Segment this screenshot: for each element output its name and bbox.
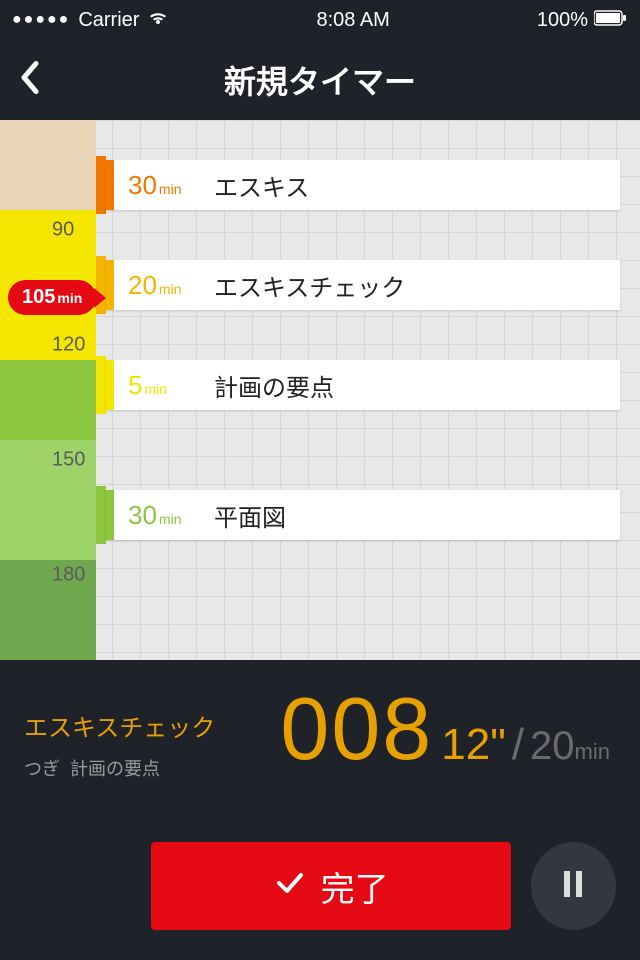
next-task-name: 計画の要点: [70, 759, 160, 779]
task-duration-unit: min: [159, 181, 182, 197]
current-time-value: 105: [22, 286, 55, 309]
task-label: 平面図: [204, 498, 286, 533]
status-left: ●●●●● Carrier: [12, 9, 169, 32]
pause-icon: [560, 869, 586, 904]
task-duration: 30min: [114, 500, 204, 531]
task-duration-unit: min: [159, 511, 182, 527]
task-accent: [106, 260, 114, 310]
total-duration: 20min: [530, 724, 610, 769]
timeline-tick: 90: [52, 219, 74, 242]
battery-icon: [594, 9, 628, 32]
pause-button[interactable]: [531, 842, 616, 930]
task-notch: [96, 156, 106, 214]
task-duration-value: 20: [128, 270, 157, 301]
task-row[interactable]: 30minエスキス: [106, 160, 620, 210]
current-time-unit: min: [57, 290, 82, 306]
task-duration-value: 30: [128, 500, 157, 531]
wifi-icon: [147, 9, 169, 32]
current-task-name: エスキスチェック: [24, 708, 215, 743]
task-duration: 5min: [114, 370, 204, 401]
task-label: 計画の要点: [204, 368, 334, 403]
status-bar: ●●●●● Carrier 8:08 AM 100%: [0, 0, 640, 40]
time-separator: /: [512, 720, 524, 770]
total-unit: min: [575, 739, 610, 764]
task-duration: 20min: [114, 270, 204, 301]
controls: 完了: [0, 842, 640, 930]
status-right: 100%: [537, 9, 628, 32]
task-label: エスキス: [204, 168, 309, 203]
timeline[interactable]: 90120150180 30minエスキス20minエスキスチェック5min計画…: [0, 120, 640, 660]
current-time-badge: 105min: [8, 280, 96, 315]
timeline-tick: 150: [52, 449, 85, 472]
task-duration: 30min: [114, 170, 204, 201]
next-task-line: つぎ 計画の要点: [24, 755, 215, 781]
gutter-segment: [0, 360, 96, 440]
timer-panel: エスキスチェック つぎ 計画の要点 008 12" / 20min 完了: [0, 660, 640, 960]
task-notch: [96, 486, 106, 544]
elapsed-seconds: 12": [441, 720, 506, 770]
task-accent: [106, 360, 114, 410]
elapsed-minutes: 008: [280, 678, 433, 780]
status-time: 8:08 AM: [316, 9, 389, 32]
task-duration-unit: min: [144, 381, 167, 397]
timeline-tick: 120: [52, 334, 85, 357]
task-duration-value: 5: [128, 370, 142, 401]
carrier-label: Carrier: [78, 9, 139, 32]
nav-bar: 新規タイマー: [0, 40, 640, 120]
task-notch: [96, 356, 106, 414]
task-row[interactable]: 5min計画の要点: [106, 360, 620, 410]
total-value: 20: [530, 724, 575, 768]
task-duration-value: 30: [128, 170, 157, 201]
timer-info: エスキスチェック つぎ 計画の要点: [24, 708, 215, 781]
elapsed-display: 008 12" / 20min: [280, 678, 610, 780]
next-prefix: つぎ: [24, 759, 60, 779]
back-button[interactable]: [16, 58, 44, 103]
battery-percent: 100%: [537, 9, 588, 32]
done-button[interactable]: 完了: [151, 842, 511, 930]
task-duration-unit: min: [159, 281, 182, 297]
signal-dots-icon: ●●●●●: [12, 11, 70, 29]
task-row[interactable]: 30min平面図: [106, 490, 620, 540]
task-row[interactable]: 20minエスキスチェック: [106, 260, 620, 310]
check-icon: [273, 865, 307, 908]
gutter-segment: [0, 120, 96, 210]
task-label: エスキスチェック: [204, 268, 405, 303]
done-label: 完了: [321, 862, 389, 911]
page-title: 新規タイマー: [224, 57, 416, 103]
task-accent: [106, 490, 114, 540]
timeline-tick: 180: [52, 564, 85, 587]
task-accent: [106, 160, 114, 210]
